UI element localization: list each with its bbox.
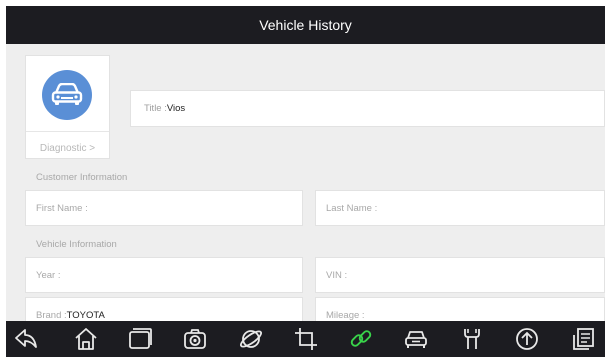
report-icon[interactable] bbox=[571, 326, 597, 352]
first-name-field[interactable]: First Name : bbox=[25, 190, 303, 226]
brand-value: TOYOTA bbox=[66, 309, 105, 321]
last-name-label: Last Name : bbox=[326, 202, 378, 214]
bottom-nav-bar bbox=[6, 321, 605, 357]
year-label: Year : bbox=[36, 269, 61, 281]
title-field[interactable]: Title : Vios bbox=[130, 90, 605, 127]
title-bar: Vehicle History bbox=[6, 6, 605, 44]
car-front-icon bbox=[42, 70, 92, 120]
mileage-label: Mileage : bbox=[326, 309, 365, 321]
page-title: Vehicle History bbox=[259, 17, 352, 33]
brand-label: Brand : bbox=[36, 309, 67, 321]
divider bbox=[26, 131, 109, 132]
link-icon[interactable] bbox=[348, 326, 374, 352]
diagnostic-button[interactable]: Diagnostic > bbox=[25, 55, 110, 159]
camera-icon[interactable] bbox=[182, 326, 208, 352]
title-value: Vios bbox=[166, 103, 186, 114]
vehicle-section-label: Vehicle Information bbox=[36, 239, 117, 250]
tools-icon[interactable] bbox=[459, 326, 485, 352]
vehicle-icon[interactable] bbox=[403, 326, 429, 352]
back-icon[interactable] bbox=[13, 326, 39, 352]
diagnostic-label: Diagnostic > bbox=[39, 143, 96, 154]
vin-field[interactable]: VIN : bbox=[315, 257, 605, 293]
recent-apps-icon[interactable] bbox=[127, 326, 153, 352]
screen: Vehicle History Diagnostic > Title : Vio… bbox=[6, 6, 605, 357]
browser-icon[interactable] bbox=[238, 326, 264, 352]
year-field[interactable]: Year : bbox=[25, 257, 303, 293]
vin-label: VIN : bbox=[326, 269, 348, 281]
customer-section-label: Customer Information bbox=[36, 172, 128, 183]
last-name-field[interactable]: Last Name : bbox=[315, 190, 605, 226]
home-icon[interactable] bbox=[73, 326, 99, 352]
title-label: Title : bbox=[144, 103, 167, 114]
upload-icon[interactable] bbox=[514, 326, 540, 352]
first-name-label: First Name : bbox=[36, 202, 88, 214]
crop-icon[interactable] bbox=[293, 326, 319, 352]
